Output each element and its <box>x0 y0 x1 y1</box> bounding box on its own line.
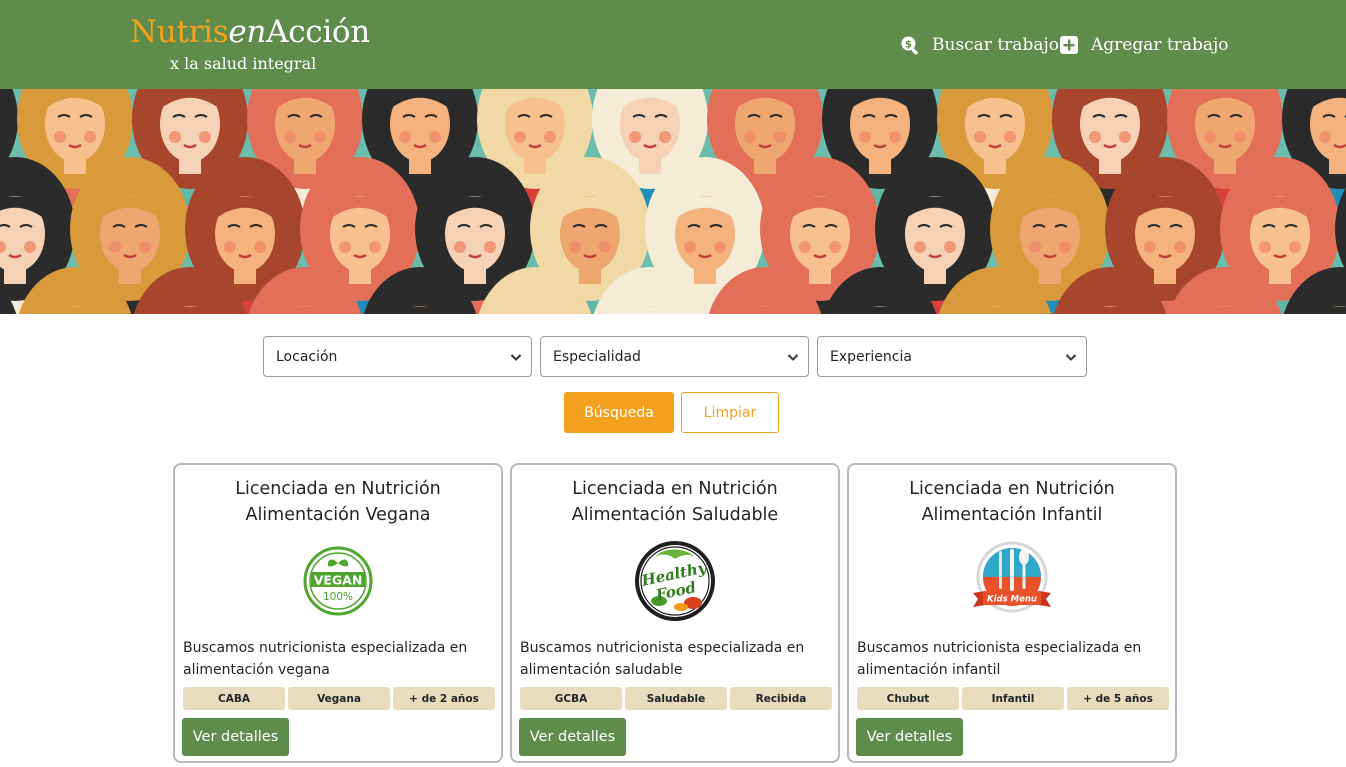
specialty-select-value: Especialidad <box>553 348 641 365</box>
brand-title-part2: en <box>228 14 267 50</box>
specialty-tag: Saludable <box>625 687 727 710</box>
search-button[interactable]: Búsqueda <box>564 392 674 433</box>
healthy-food-logo-icon: Healthy Food <box>630 539 720 623</box>
details-button[interactable]: Ver detalles <box>519 718 626 756</box>
specialty-tag: Infantil <box>962 687 1064 710</box>
chevron-down-icon <box>787 354 799 361</box>
job-card-description: Buscamos nutricionista especializada en … <box>520 640 805 678</box>
job-card-tags: Chubut Infantil + de 5 años <box>857 687 1169 710</box>
location-tag: GCBA <box>520 687 622 710</box>
chevron-down-icon <box>1065 354 1077 361</box>
job-card-tags: GCBA Saludable Recibida <box>520 687 832 710</box>
location-tag: Chubut <box>857 687 959 710</box>
clear-button[interactable]: Limpiar <box>681 392 779 433</box>
kids-menu-logo-text: Kids Menu <box>987 595 1037 605</box>
brand-subtitle: x la salud integral <box>170 54 317 73</box>
specialty-tag: Vegana <box>288 687 390 710</box>
job-card-title: Licenciada en Nutrición Alimentación Sal… <box>571 479 779 525</box>
job-card-title: Licenciada en Nutrición Alimentación Inf… <box>909 479 1115 525</box>
job-card-tags: CABA Vegana + de 2 años <box>183 687 495 710</box>
job-card: Licenciada en Nutrición Alimentación Sal… <box>510 463 840 763</box>
vegan-logo-subtext: 100% <box>323 591 353 603</box>
location-select-value: Locación <box>276 348 338 365</box>
job-card-description: Buscamos nutricionista especializada en … <box>183 640 468 678</box>
search-job-label: Buscar trabajo <box>932 35 1059 55</box>
brand-title-part3: Acción <box>266 14 370 50</box>
location-tag: CABA <box>183 687 285 710</box>
brand-logo[interactable]: NutrisenAcción x la salud integral <box>130 14 370 73</box>
search-dollar-icon: $ <box>900 35 920 55</box>
brand-title: NutrisenAcción <box>130 14 370 50</box>
svg-text:$: $ <box>905 39 912 50</box>
add-job-label: Agregar trabajo <box>1091 35 1229 55</box>
hero-illustration <box>0 89 1346 314</box>
kids-menu-logo-icon: Kids Menu <box>967 539 1057 623</box>
experience-select[interactable]: Experiencia <box>817 336 1087 377</box>
job-card: Licenciada en Nutrición Alimentación Veg… <box>173 463 503 763</box>
experience-select-value: Experiencia <box>830 348 912 365</box>
experience-tag: + de 5 años <box>1067 687 1169 710</box>
job-card-title: Licenciada en Nutrición Alimentación Veg… <box>235 479 441 525</box>
navbar: NutrisenAcción x la salud integral $ Bus… <box>0 0 1346 89</box>
search-job-link[interactable]: $ Buscar trabajo <box>900 33 1059 57</box>
vegan-logo-text: VEGAN <box>314 573 363 588</box>
brand-title-part1: Nutris <box>130 14 229 50</box>
add-job-link[interactable]: Agregar trabajo <box>1059 33 1229 57</box>
experience-tag: Recibida <box>730 687 832 710</box>
details-button[interactable]: Ver detalles <box>856 718 963 756</box>
chevron-down-icon <box>510 354 522 361</box>
hero-banner <box>0 89 1346 314</box>
job-card: Licenciada en Nutrición Alimentación Inf… <box>847 463 1177 763</box>
specialty-select[interactable]: Especialidad <box>540 336 809 377</box>
plus-square-icon <box>1059 35 1079 55</box>
vegan-logo-icon: VEGAN 100% <box>293 539 383 623</box>
experience-tag: + de 2 años <box>393 687 495 710</box>
job-card-description: Buscamos nutricionista especializada en … <box>857 640 1142 678</box>
details-button[interactable]: Ver detalles <box>182 718 289 756</box>
location-select[interactable]: Locación <box>263 336 532 377</box>
